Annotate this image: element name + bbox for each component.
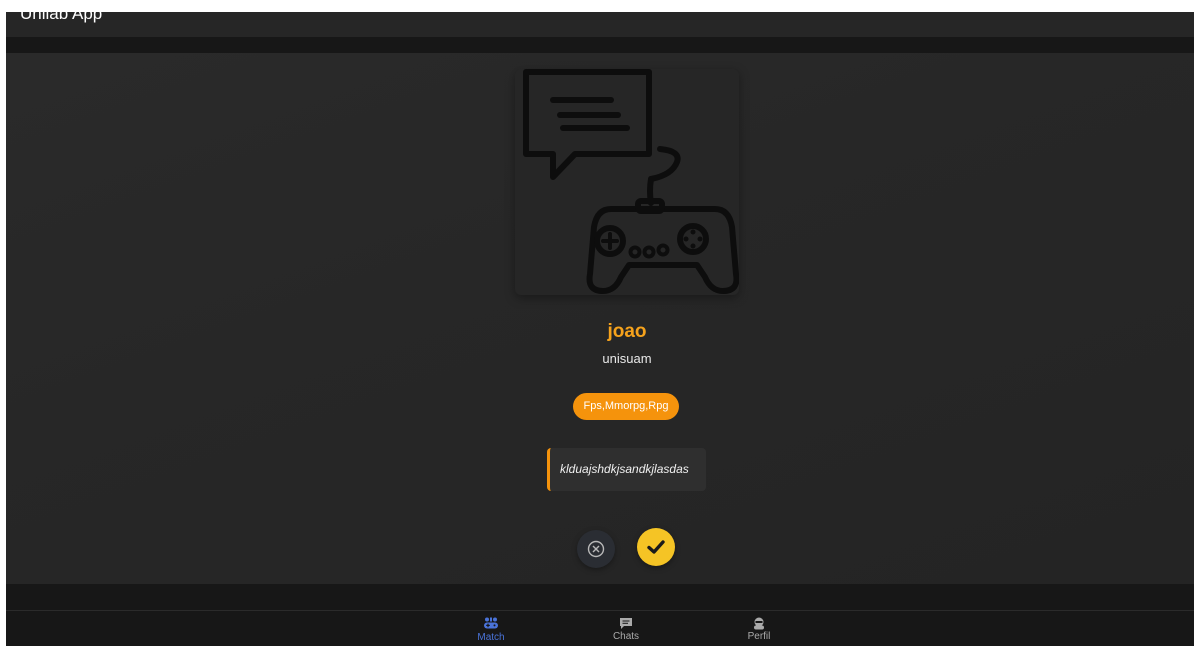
app-title: Unilab App bbox=[20, 12, 103, 23]
footer-divider bbox=[6, 584, 1194, 610]
profile-name: joao bbox=[607, 321, 647, 342]
close-circle-icon bbox=[587, 540, 605, 558]
chat-icon bbox=[620, 618, 632, 629]
accept-button[interactable] bbox=[637, 528, 675, 566]
profile-icon bbox=[754, 617, 764, 630]
checkmark-icon bbox=[647, 540, 665, 554]
chat-gamepad-icon bbox=[523, 69, 739, 294]
bottom-nav: Match Chats Perfil bbox=[6, 610, 1194, 646]
app-header: Unilab App bbox=[6, 12, 1194, 37]
nav-label-perfil: Perfil bbox=[747, 631, 771, 642]
nav-item-match[interactable]: Match bbox=[461, 617, 521, 643]
app-window: Unilab App joao unisuam Fps,Mmorpg,Rpg k… bbox=[6, 12, 1194, 646]
profile-school: unisuam bbox=[602, 351, 652, 366]
profile-avatar bbox=[515, 69, 739, 295]
reject-button[interactable] bbox=[577, 530, 615, 568]
nav-label-match: Match bbox=[477, 632, 505, 643]
match-icon bbox=[484, 617, 498, 629]
header-divider bbox=[6, 37, 1194, 53]
nav-item-perfil[interactable]: Perfil bbox=[729, 617, 789, 642]
game-tags-badge: Fps,Mmorpg,Rpg bbox=[573, 393, 679, 420]
nav-item-chats[interactable]: Chats bbox=[596, 617, 656, 642]
nav-label-chats: Chats bbox=[612, 631, 640, 642]
bio-text: klduajshdkjsandkjlasdas bbox=[560, 462, 689, 476]
match-card: joao unisuam Fps,Mmorpg,Rpg klduajshdkjs… bbox=[6, 53, 1194, 584]
profile-bio: klduajshdkjsandkjlasdas bbox=[547, 448, 706, 491]
